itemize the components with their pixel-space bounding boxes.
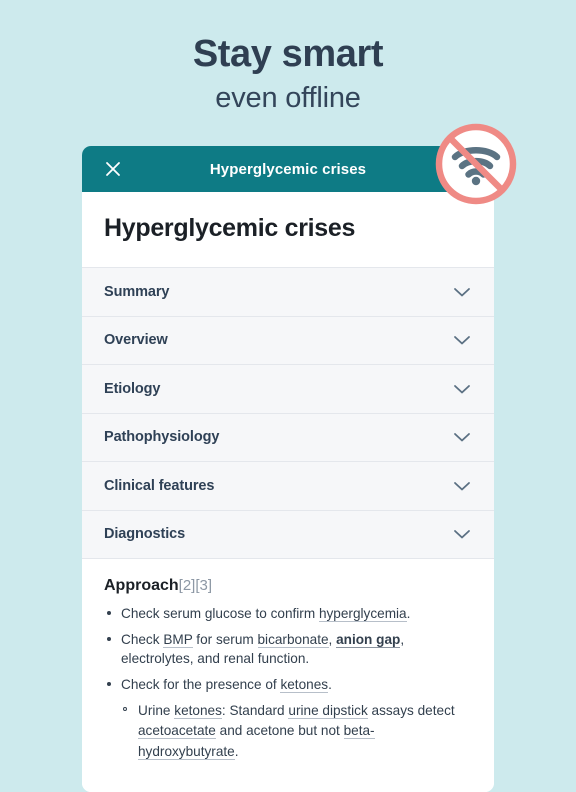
- text-segment: assays detect: [367, 702, 455, 718]
- chevron-down-icon[interactable]: [452, 431, 472, 443]
- chevron-down-icon[interactable]: [452, 480, 472, 492]
- text-segment: .: [406, 606, 411, 621]
- text-segment: .: [234, 743, 239, 759]
- accordion-row-summary[interactable]: Summary: [82, 267, 494, 316]
- text-segment: Check: [121, 631, 164, 647]
- list-item: Check serum glucose to confirm hyperglyc…: [104, 604, 472, 624]
- text-segment: Urine: [138, 702, 175, 718]
- accordion-label: Overview: [104, 332, 168, 349]
- hero-headline: Stay smart: [192, 33, 384, 75]
- hero-headline-block: Stay smart even offline: [0, 0, 576, 115]
- term-link[interactable]: anion gap: [336, 631, 401, 648]
- text-segment: .: [328, 677, 332, 693]
- hero-subheadline: even offline: [215, 81, 361, 114]
- accordion-row-overview[interactable]: Overview: [82, 315, 494, 365]
- bullet-text-0: Check serum glucose to confirm hyperglyc…: [121, 606, 410, 622]
- term-link[interactable]: hyperglycemia: [318, 606, 407, 622]
- term-link[interactable]: ketones: [174, 702, 222, 719]
- bullet-text-1: Check BMP for serum bicarbonate, anion g…: [121, 631, 404, 666]
- chevron-down-icon[interactable]: [452, 286, 472, 298]
- text-segment: : Standard: [221, 702, 289, 718]
- list-item: Check BMP for serum bicarbonate, anion g…: [104, 630, 472, 669]
- term-link[interactable]: bicarbonate: [257, 631, 329, 648]
- accordion-row-etiology[interactable]: Etiology: [82, 364, 494, 413]
- close-button[interactable]: [96, 146, 130, 192]
- section-accordion: Summary Overview Etiology Pathophysiolog…: [82, 267, 494, 558]
- content-heading-text: Approach: [104, 577, 179, 594]
- accordion-label: Etiology: [104, 380, 161, 397]
- accordion-label: Summary: [104, 283, 170, 300]
- section-content-diagnostics: Approach[2][3] Check serum glucose to co…: [82, 558, 494, 792]
- article-card: Hyperglycemic crises Hyperglycemic crise…: [82, 146, 494, 792]
- accordion-label: Diagnostics: [104, 526, 186, 543]
- term-link[interactable]: acetoacetate: [138, 723, 216, 740]
- bullet-text-2: Check for the presence of ketones.: [121, 677, 332, 694]
- accordion-row-pathophysiology[interactable]: Pathophysiology: [82, 412, 494, 462]
- accordion-row-clinical-features[interactable]: Clinical features: [82, 461, 494, 510]
- accordion-label: Pathophysiology: [104, 429, 220, 446]
- content-heading-refs: [2][3]: [178, 577, 213, 594]
- content-heading: Approach[2][3]: [104, 577, 472, 595]
- content-sub-bullet-list: Urine ketones: Standard urine dipstick a…: [121, 701, 472, 762]
- list-item: Urine ketones: Standard urine dipstick a…: [121, 701, 472, 762]
- chevron-down-icon[interactable]: [452, 334, 472, 346]
- list-item: Check for the presence of ketones. Urine…: [104, 675, 472, 762]
- term-link[interactable]: urine dipstick: [288, 702, 368, 719]
- text-segment: and acetone but not: [215, 723, 344, 739]
- page-title: Hyperglycemic crises: [104, 214, 356, 242]
- text-segment: Check serum glucose to confirm: [121, 606, 319, 621]
- sub-bullet-text-0: Urine ketones: Standard urine dipstick a…: [138, 702, 455, 760]
- close-icon: [104, 160, 122, 178]
- chevron-down-icon[interactable]: [452, 383, 472, 395]
- accordion-label: Clinical features: [104, 477, 215, 494]
- chevron-down-icon[interactable]: [452, 528, 472, 540]
- wifi-off-icon: [431, 119, 521, 209]
- text-segment: Check for the presence of: [121, 677, 281, 693]
- term-link[interactable]: ketones: [280, 677, 329, 694]
- text-segment: ,: [328, 631, 337, 647]
- term-link[interactable]: BMP: [163, 631, 193, 648]
- accordion-row-diagnostics[interactable]: Diagnostics: [82, 509, 494, 559]
- content-bullet-list: Check serum glucose to confirm hyperglyc…: [104, 604, 472, 762]
- text-segment: for serum: [192, 631, 258, 647]
